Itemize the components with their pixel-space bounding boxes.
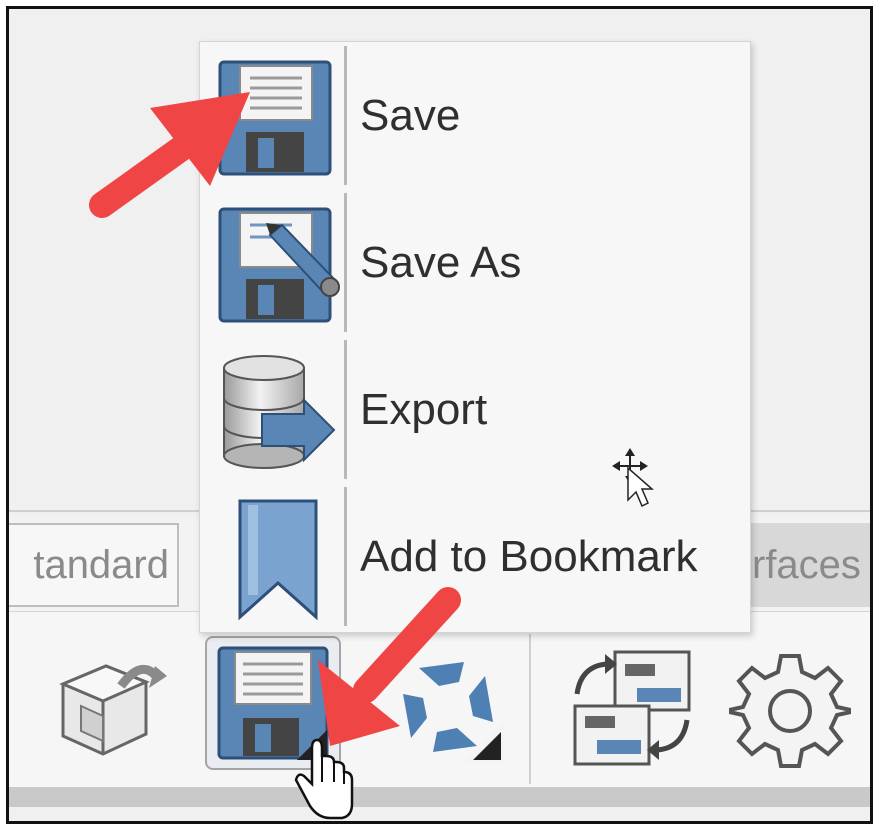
menu-item-label: Save [360, 90, 461, 140]
menu-item-label: Save As [360, 237, 522, 287]
toolbar-separator [529, 634, 531, 784]
menu-separator [344, 340, 347, 479]
menu-item-save[interactable]: Save [200, 42, 750, 189]
menu-item-export[interactable]: Export [200, 336, 750, 483]
menu-separator [344, 46, 347, 185]
tab-surfaces[interactable]: rfaces [744, 523, 870, 607]
rotate-refresh-icon[interactable] [389, 648, 509, 768]
save-as-icon [218, 207, 340, 323]
save-dropdown-menu: Save Save As Export Add to Bookmark [199, 41, 751, 633]
menu-separator [344, 487, 347, 626]
menu-item-add-to-bookmark[interactable]: Add to Bookmark [200, 483, 750, 630]
tab-standard[interactable]: tandard [9, 523, 179, 607]
bookmark-icon [238, 499, 318, 621]
gear-icon[interactable] [729, 650, 851, 772]
tab-standard-label: tandard [33, 542, 169, 587]
menu-separator [344, 193, 347, 332]
menu-item-label: Add to Bookmark [360, 531, 698, 581]
dropdown-triangle-icon[interactable] [291, 724, 331, 764]
tab-surfaces-label: rfaces [752, 542, 861, 587]
menu-item-save-as[interactable]: Save As [200, 189, 750, 336]
toolbar [9, 611, 870, 807]
swap-views-icon[interactable] [567, 646, 697, 771]
status-bar [9, 787, 870, 807]
app-window: tandard rfaces Save Save As Export Add t… [6, 6, 873, 824]
export-icon [223, 355, 336, 469]
part-rebuild-icon[interactable] [51, 646, 171, 766]
save-split-button[interactable] [205, 636, 341, 770]
save-icon [218, 60, 332, 176]
menu-item-label: Export [360, 384, 488, 434]
